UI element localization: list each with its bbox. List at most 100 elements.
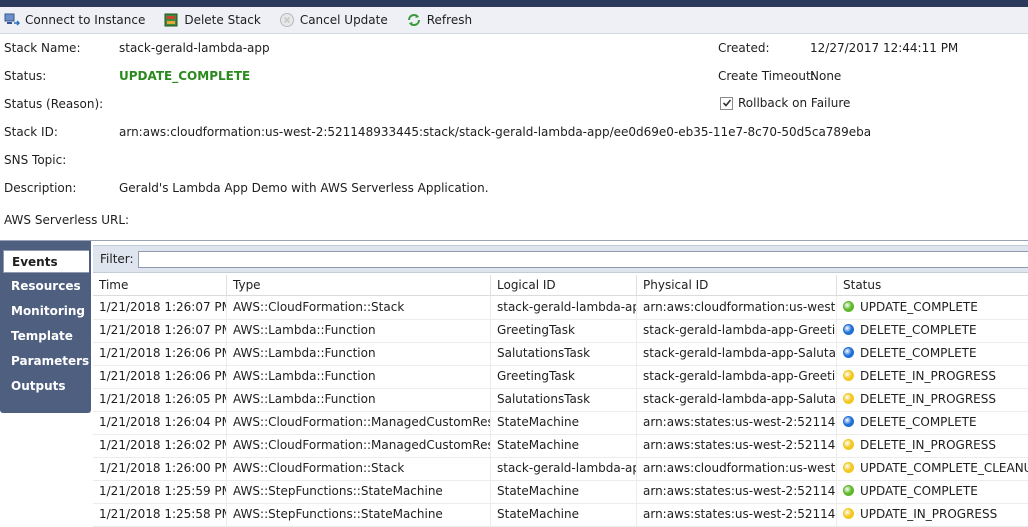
event-logical-id: StateMachine [491, 503, 637, 526]
event-time-text: 1/21/2018 1:26:00 PM [99, 461, 227, 475]
event-status: DELETE_IN_PROGRESS [837, 365, 1028, 388]
status-indicator-icon [843, 485, 854, 496]
event-type: AWS::CloudFormation::Stack [227, 457, 491, 480]
event-time-text: 1/21/2018 1:26:06 PM [99, 346, 227, 360]
table-row[interactable]: 1/21/2018 1:26:07 PM AWS::Lambda::Functio… [93, 319, 1028, 343]
event-time-text: 1/21/2018 1:26:07 PM [99, 323, 227, 337]
event-status-text: DELETE_IN_PROGRESS [860, 369, 996, 383]
event-type-text: AWS::CloudFormation::ManagedCustomResour… [233, 438, 490, 452]
event-logical-id-text: stack-gerald-lambda-app [497, 300, 637, 314]
tab-parameters[interactable]: Parameters [3, 350, 89, 373]
event-time: 1/21/2018 1:26:06 PM [93, 365, 227, 388]
stack-name-value: stack-gerald-lambda-app [119, 41, 270, 55]
event-type: AWS::StepFunctions::StateMachine [227, 480, 491, 503]
event-physical-id-text: stack-gerald-lambda-app-Salutations [643, 392, 836, 406]
event-logical-id-text: SalutationsTask [497, 392, 591, 406]
event-logical-id: GreetingTask [491, 319, 637, 342]
sns-topic-label: SNS Topic: [4, 153, 67, 167]
event-physical-id-text: stack-gerald-lambda-app-Salutations [643, 346, 836, 360]
tab-template[interactable]: Template [3, 325, 89, 348]
event-type: AWS::Lambda::Function [227, 365, 491, 388]
tab-events[interactable]: Events [3, 250, 89, 273]
column-header-type[interactable]: Type [227, 275, 491, 295]
table-row[interactable]: 1/21/2018 1:26:00 PM AWS::CloudFormation:… [93, 457, 1028, 481]
event-physical-id: stack-gerald-lambda-app-GreetingTa [637, 365, 837, 388]
event-physical-id: arn:aws:states:us-west-2:5211489334 [637, 480, 837, 503]
tab-monitoring[interactable]: Monitoring [3, 300, 89, 323]
table-row[interactable]: 1/21/2018 1:25:59 PM AWS::StepFunctions::… [93, 480, 1028, 504]
table-row[interactable]: 1/21/2018 1:26:06 PM AWS::Lambda::Functio… [93, 365, 1028, 389]
rollback-checkbox[interactable] [720, 97, 733, 110]
status-indicator-icon [843, 370, 854, 381]
connect-icon [4, 12, 20, 28]
delete-stack-button[interactable]: Delete Stack [159, 9, 266, 31]
description-value: Gerald's Lambda App Demo with AWS Server… [119, 181, 489, 195]
event-time: 1/21/2018 1:25:58 PM [93, 503, 227, 526]
create-timeout-value: None [810, 69, 842, 83]
status-indicator-icon [843, 416, 854, 427]
event-logical-id-text: StateMachine [497, 507, 579, 521]
table-row[interactable]: 1/21/2018 1:25:58 PM AWS::StepFunctions::… [93, 503, 1028, 527]
column-header-logical-id[interactable]: Logical ID [491, 275, 637, 295]
event-logical-id: StateMachine [491, 434, 637, 457]
table-row[interactable]: 1/21/2018 1:26:05 PM AWS::Lambda::Functio… [93, 388, 1028, 412]
connect-to-instance-button[interactable]: Connect to Instance [0, 9, 151, 31]
event-type: AWS::Lambda::Function [227, 342, 491, 365]
event-status-text: UPDATE_COMPLETE_CLEANUP_IN_PROGRESS [860, 461, 1028, 475]
event-time: 1/21/2018 1:26:05 PM [93, 388, 227, 411]
column-header-status[interactable]: Status [837, 275, 1028, 295]
event-type-text: AWS::Lambda::Function [233, 369, 376, 383]
event-status-text: UPDATE_IN_PROGRESS [860, 507, 998, 521]
event-status-text: DELETE_COMPLETE [860, 323, 977, 337]
event-logical-id: StateMachine [491, 480, 637, 503]
rollback-label: Rollback on Failure [738, 96, 851, 110]
event-physical-id: arn:aws:cloudformation:us-west-2:52 [637, 296, 837, 319]
filter-input[interactable] [138, 251, 1028, 268]
event-status-text: UPDATE_COMPLETE [860, 300, 978, 314]
tab-outputs[interactable]: Outputs [3, 375, 89, 398]
status-indicator-icon [843, 462, 854, 473]
column-header-time[interactable]: Time [93, 275, 227, 295]
cancel-update-button[interactable]: Cancel Update [275, 9, 394, 31]
delete-stack-icon [163, 12, 179, 28]
event-time: 1/21/2018 1:25:59 PM [93, 480, 227, 503]
event-logical-id: GreetingTask [491, 365, 637, 388]
event-physical-id-text: stack-gerald-lambda-app-GreetingTa [643, 369, 836, 383]
delete-stack-label: Delete Stack [184, 13, 261, 27]
tab-resources[interactable]: Resources [3, 275, 89, 298]
event-logical-id-text: GreetingTask [497, 323, 575, 337]
event-status: UPDATE_COMPLETE_CLEANUP_IN_PROGRESS [837, 457, 1028, 480]
created-value: 12/27/2017 12:44:11 PM [810, 41, 959, 55]
event-logical-id: StateMachine [491, 411, 637, 434]
event-physical-id-text: stack-gerald-lambda-app-GreetingTa [643, 323, 836, 337]
event-status: DELETE_IN_PROGRESS [837, 388, 1028, 411]
event-physical-id: arn:aws:states:us-west-2:5211489334 [637, 411, 837, 434]
table-row[interactable]: 1/21/2018 1:26:06 PM AWS::Lambda::Functio… [93, 342, 1028, 366]
table-row[interactable]: 1/21/2018 1:26:04 PM AWS::CloudFormation:… [93, 411, 1028, 435]
table-row[interactable]: 1/21/2018 1:26:02 PM AWS::CloudFormation:… [93, 434, 1028, 458]
event-status: UPDATE_IN_PROGRESS [837, 503, 1028, 526]
status-indicator-icon [843, 393, 854, 404]
event-time: 1/21/2018 1:26:06 PM [93, 342, 227, 365]
event-type-text: AWS::StepFunctions::StateMachine [233, 484, 443, 498]
event-time-text: 1/21/2018 1:26:05 PM [99, 392, 227, 406]
event-physical-id-text: arn:aws:cloudformation:us-west-2:52 [643, 300, 836, 314]
event-type-text: AWS::StepFunctions::StateMachine [233, 507, 443, 521]
table-row[interactable]: 1/21/2018 1:26:07 PM AWS::CloudFormation:… [93, 296, 1028, 320]
refresh-icon [406, 12, 422, 28]
event-status-text: UPDATE_COMPLETE [860, 484, 978, 498]
event-type-text: AWS::CloudFormation::Stack [233, 300, 405, 314]
stack-detail-panel: Events Resources Monitoring Template Par… [0, 240, 1028, 527]
event-logical-id-text: stack-gerald-lambda-app [497, 461, 637, 475]
event-type-text: AWS::Lambda::Function [233, 346, 376, 360]
event-time: 1/21/2018 1:26:07 PM [93, 296, 227, 319]
checkmark-icon [722, 99, 732, 107]
event-physical-id: arn:aws:cloudformation:us-west-2:52 [637, 457, 837, 480]
event-logical-id: SalutationsTask [491, 388, 637, 411]
refresh-button[interactable]: Refresh [402, 9, 478, 31]
status-indicator-icon [843, 301, 854, 312]
column-header-physical-id[interactable]: Physical ID [637, 275, 837, 295]
event-type: AWS::CloudFormation::ManagedCustomResour… [227, 411, 491, 434]
status-indicator-icon [843, 347, 854, 358]
event-logical-id-text: StateMachine [497, 438, 579, 452]
